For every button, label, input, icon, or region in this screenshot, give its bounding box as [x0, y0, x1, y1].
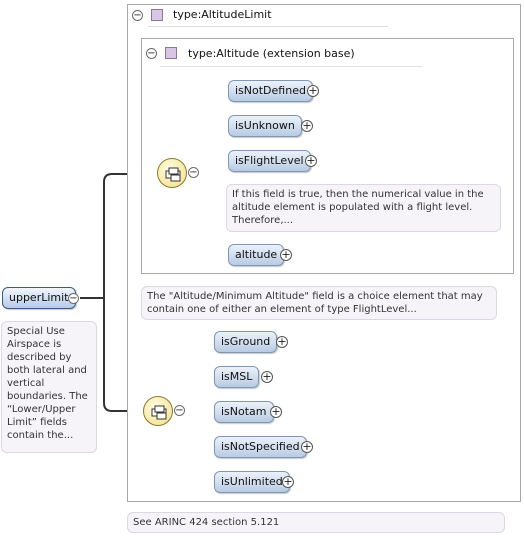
element-isFlightLevel[interactable]: isFlightLevel [228, 150, 311, 172]
collapse-toggle-icon[interactable]: − [188, 167, 199, 178]
expand-plus-icon[interactable]: + [276, 336, 288, 348]
element-isNotSpecified[interactable]: isNotSpecified [214, 436, 307, 458]
element-isNotam[interactable]: isNotam [214, 401, 274, 423]
element-isUnlimited[interactable]: isUnlimited [214, 471, 290, 493]
expand-plus-icon[interactable]: + [301, 441, 313, 453]
element-altitude[interactable]: altitude [228, 244, 285, 266]
outer-type-title: type:AltitudeLimit [173, 8, 272, 21]
outer-type-header: − type:AltitudeLimit [127, 4, 521, 26]
element-isUnknown[interactable]: isUnknown [228, 115, 302, 137]
collapse-toggle-icon[interactable]: − [68, 293, 79, 304]
expand-plus-icon[interactable]: + [270, 406, 282, 418]
expand-plus-icon[interactable]: + [282, 476, 294, 488]
choice-compositor-icon[interactable] [157, 158, 187, 188]
element-isNotDefined[interactable]: isNotDefined [228, 80, 313, 102]
expand-plus-icon[interactable]: + [280, 249, 292, 261]
collapse-toggle-icon[interactable]: − [174, 405, 185, 416]
type-annotation: See ARINC 424 section 5.121 [127, 512, 505, 533]
base-type-title: type:Altitude (extension base) [188, 47, 355, 60]
root-element-upperLimit[interactable]: upperLimit [2, 287, 76, 309]
expand-plus-icon[interactable]: + [301, 120, 313, 132]
expand-plus-icon[interactable]: + [307, 85, 319, 97]
choice-annotation: The "Altitude/Minimum Altitude" field is… [141, 286, 497, 320]
flightlevel-annotation: If this field is true, then the numerica… [226, 184, 501, 232]
choice-compositor-icon[interactable] [143, 396, 173, 426]
complex-type-icon [165, 47, 177, 59]
expand-plus-icon[interactable]: + [261, 371, 273, 383]
collapse-toggle-icon[interactable]: − [146, 48, 157, 59]
element-isMSL[interactable]: isMSL [214, 366, 260, 388]
complex-type-icon [151, 9, 163, 21]
base-type-header: − type:Altitude (extension base) [141, 38, 514, 60]
expand-plus-icon[interactable]: + [305, 155, 317, 167]
element-isGround[interactable]: isGround [214, 331, 278, 353]
header-divider [148, 26, 388, 27]
collapse-toggle-icon[interactable]: − [132, 10, 143, 21]
base-type-box [141, 38, 514, 274]
header-divider [160, 66, 422, 67]
root-annotation: Special Use Airspace is described by bot… [1, 321, 97, 453]
